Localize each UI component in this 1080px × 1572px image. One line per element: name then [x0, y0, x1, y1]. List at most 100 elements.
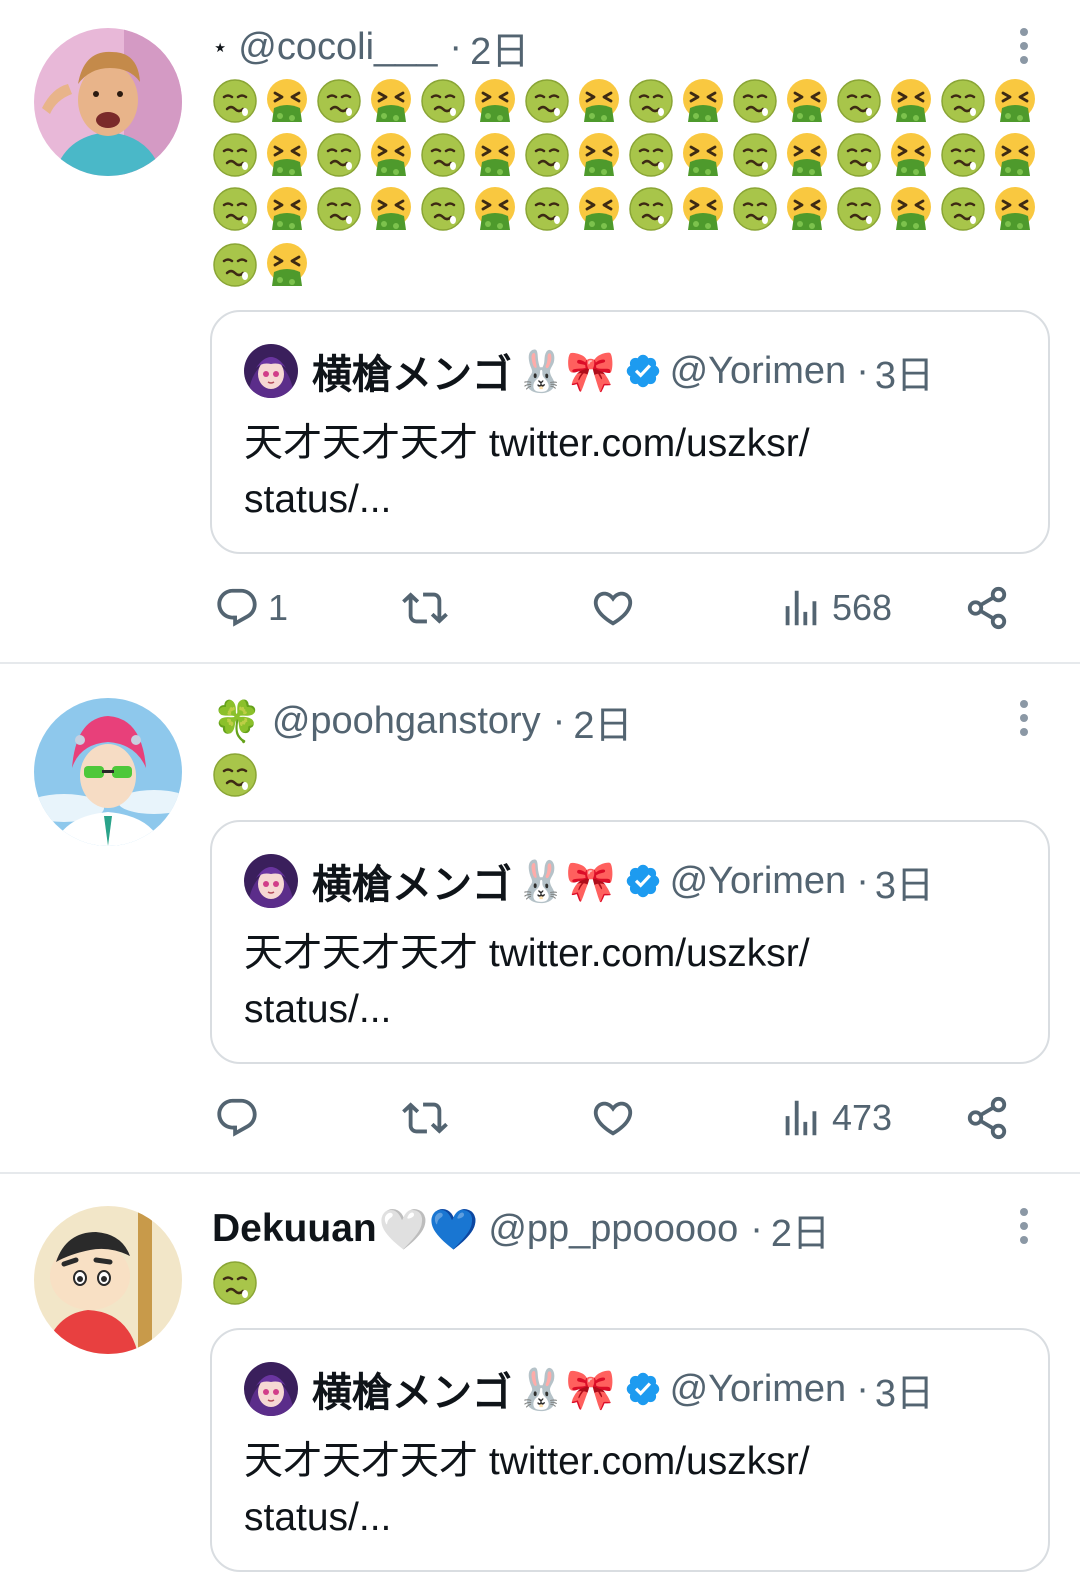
vomiting-face-emoji: [472, 132, 518, 178]
quoted-timestamp: 3日: [874, 1372, 934, 1415]
reply-icon: [214, 1095, 260, 1141]
separator-dot: ·: [856, 859, 869, 902]
heart-emojis: 🤍💙: [378, 1206, 479, 1253]
quoted-avatar: [244, 344, 298, 398]
vomiting-face-emoji: [576, 78, 622, 124]
more-options-icon[interactable]: [1012, 26, 1036, 66]
user-handle[interactable]: @poohganstory: [272, 700, 541, 743]
nauseated-face-emoji: [628, 186, 674, 232]
nauseated-face-emoji: [524, 132, 570, 178]
tweet[interactable]: Dekuuan 🤍💙 @pp_ppooooo · 2日 横槍メンゴ 🐰🎀 @Yo…: [0, 1174, 1080, 1572]
quoted-user-handle: @Yorimen: [669, 349, 847, 392]
timestamp[interactable]: 2日: [470, 20, 529, 75]
quoted-text-line: status/...: [244, 988, 392, 1031]
vomiting-face-emoji: [264, 132, 310, 178]
separator-dot: ·: [750, 1207, 763, 1250]
user-handle[interactable]: @pp_ppooooo: [488, 1208, 738, 1251]
view-count: 568: [832, 587, 893, 628]
more-options-icon[interactable]: [1012, 698, 1036, 738]
timestamp[interactable]: 2日: [573, 694, 632, 749]
verified-badge-icon: [624, 352, 662, 390]
retweet-button[interactable]: [402, 1088, 448, 1148]
tweet[interactable]: ⋆ @cocoli___ · 2日 横槍メンゴ 🐰🎀 @Yorimen · 3日…: [0, 0, 1080, 664]
nauseated-face-emoji: [316, 132, 362, 178]
quoted-text-line: 天才天才天才 twitter.com/uszksr/: [244, 422, 810, 465]
separator-dot: ·: [449, 25, 463, 68]
quoted-avatar: [244, 1362, 298, 1416]
vomiting-face-emoji: [576, 186, 622, 232]
quoted-timestamp: 3日: [874, 864, 934, 907]
clover-emoji: 🍀: [212, 698, 262, 745]
nauseated-face-emoji: [836, 78, 882, 124]
vomiting-face-emoji: [472, 78, 518, 124]
nauseated-face-emoji: [212, 242, 258, 288]
emoji-row: [212, 186, 1038, 232]
reply-button[interactable]: 1: [214, 578, 288, 638]
quoted-tweet-header: 横槍メンゴ 🐰🎀 @Yorimen · 3日: [244, 1360, 934, 1418]
like-button[interactable]: [590, 578, 636, 638]
vomiting-face-emoji: [784, 78, 830, 124]
timeline-feed: ⋆ @cocoli___ · 2日 横槍メンゴ 🐰🎀 @Yorimen · 3日…: [0, 0, 1080, 1572]
views-button[interactable]: 568: [778, 578, 892, 638]
tweet[interactable]: 🍀 @poohganstory · 2日 横槍メンゴ 🐰🎀 @Yorimen ·…: [0, 664, 1080, 1174]
nauseated-face-emoji: [316, 78, 362, 124]
nauseated-face-emoji: [524, 78, 570, 124]
quoted-user-handle: @Yorimen: [669, 1367, 847, 1410]
vomiting-face-emoji: [888, 78, 934, 124]
quoted-tweet[interactable]: 横槍メンゴ 🐰🎀 @Yorimen · 3日 天才天才天才 twitter.co…: [210, 310, 1050, 554]
vomiting-face-emoji: [992, 132, 1038, 178]
vomiting-face-emoji: [680, 78, 726, 124]
tweet-actions: 473: [212, 1088, 1022, 1148]
views-chart-icon: [778, 1095, 824, 1141]
nauseated-face-emoji: [212, 78, 258, 124]
vomiting-face-emoji: [368, 78, 414, 124]
nauseated-face-emoji: [732, 132, 778, 178]
emoji-row: [212, 1260, 258, 1306]
avatar[interactable]: [34, 698, 182, 846]
quoted-text-line: 天才天才天才 twitter.com/uszksr/: [244, 932, 810, 975]
heart-icon: [590, 585, 636, 631]
user-handle[interactable]: @cocoli___: [238, 26, 437, 69]
retweet-button[interactable]: [402, 578, 448, 638]
timestamp[interactable]: 2日: [771, 1202, 830, 1257]
separator-dot: ·: [856, 349, 869, 392]
emoji-row: [212, 78, 1038, 124]
quoted-name-emojis: 🐰🎀: [516, 1366, 616, 1413]
nauseated-face-emoji: [836, 186, 882, 232]
nauseated-face-emoji: [316, 186, 362, 232]
user-name[interactable]: Dekuuan: [212, 1207, 377, 1251]
quoted-text-line: 天才天才天才 twitter.com/uszksr/: [244, 1440, 810, 1483]
vomiting-face-emoji: [264, 242, 310, 288]
reply-button[interactable]: [214, 1088, 260, 1148]
nauseated-face-emoji: [420, 132, 466, 178]
share-button[interactable]: [964, 1088, 1010, 1148]
name-prefix: ⋆: [212, 31, 229, 62]
vomiting-face-emoji: [368, 186, 414, 232]
avatar[interactable]: [34, 28, 182, 176]
views-button[interactable]: 473: [778, 1088, 892, 1148]
nauseated-face-emoji: [212, 186, 258, 232]
vomiting-face-emoji: [264, 78, 310, 124]
share-button[interactable]: [964, 578, 1010, 638]
more-options-icon[interactable]: [1012, 1206, 1036, 1246]
nauseated-face-emoji: [212, 1260, 258, 1306]
nauseated-face-emoji: [524, 186, 570, 232]
quoted-timestamp: 3日: [874, 354, 934, 397]
like-button[interactable]: [590, 1088, 636, 1148]
share-icon: [964, 585, 1010, 631]
quoted-tweet[interactable]: 横槍メンゴ 🐰🎀 @Yorimen · 3日 天才天才天才 twitter.co…: [210, 1328, 1050, 1572]
vomiting-face-emoji: [992, 186, 1038, 232]
quoted-user-handle: @Yorimen: [669, 859, 847, 902]
nauseated-face-emoji: [420, 186, 466, 232]
vomiting-face-emoji: [992, 78, 1038, 124]
verified-badge-icon: [624, 1370, 662, 1408]
avatar[interactable]: [34, 1206, 182, 1354]
nauseated-face-emoji: [628, 132, 674, 178]
vomiting-face-emoji: [472, 186, 518, 232]
quoted-tweet[interactable]: 横槍メンゴ 🐰🎀 @Yorimen · 3日 天才天才天才 twitter.co…: [210, 820, 1050, 1064]
quoted-tweet-text: 天才天才天才 twitter.com/uszksr/ status/...: [244, 1434, 1004, 1546]
nauseated-face-emoji: [940, 78, 986, 124]
vomiting-face-emoji: [368, 132, 414, 178]
nauseated-face-emoji: [836, 132, 882, 178]
vomiting-face-emoji: [264, 186, 310, 232]
